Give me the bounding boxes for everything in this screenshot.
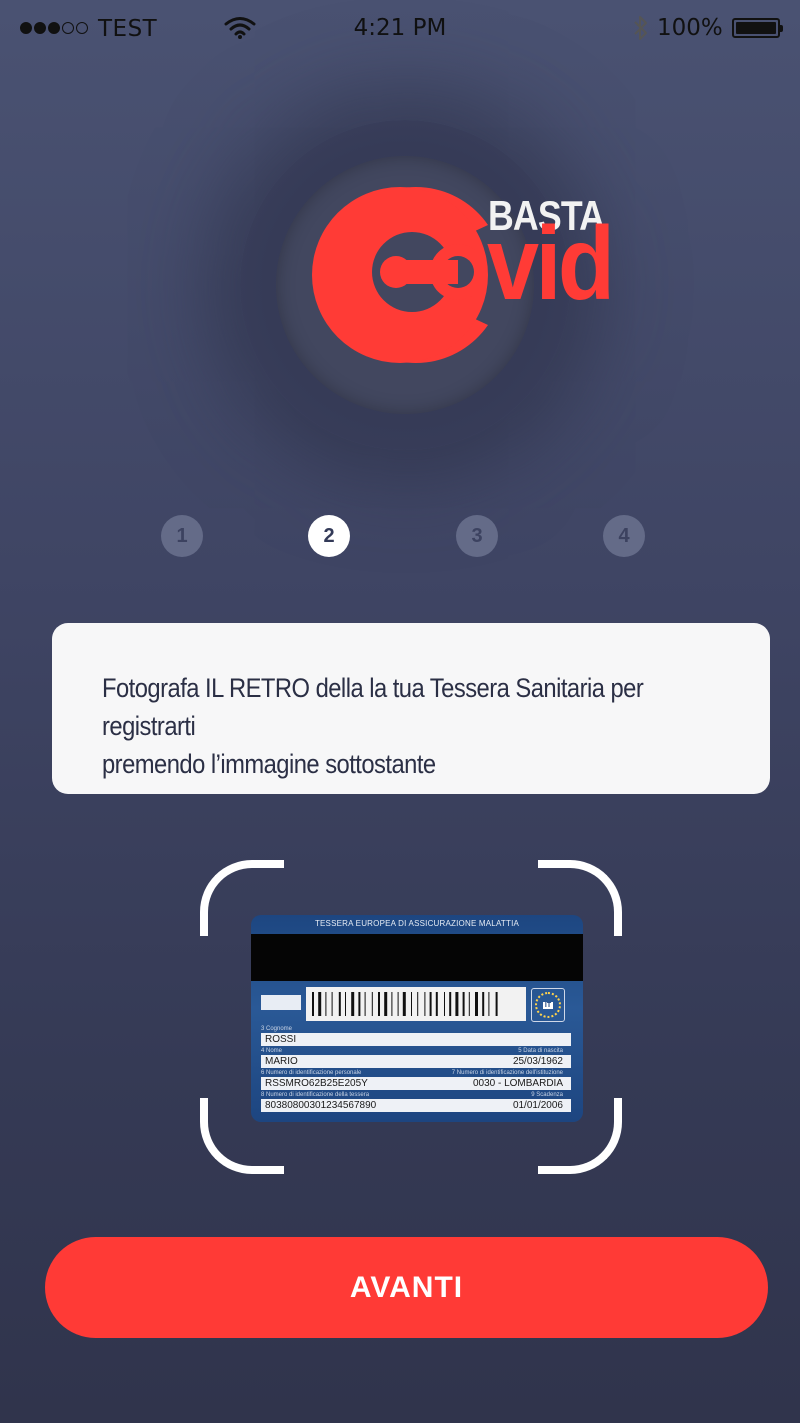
surname-value: ROSSI bbox=[265, 1034, 297, 1045]
instruction-line-2: premendo l’immagine sottostante bbox=[102, 749, 436, 779]
eu-flag-icon: IT bbox=[531, 988, 565, 1022]
health-card-title: TESSERA EUROPEA DI ASSICURAZIONE MALATTI… bbox=[314, 919, 520, 928]
step-3: 3 bbox=[456, 515, 498, 557]
step-2-active: 2 bbox=[308, 515, 350, 557]
surname-label: 3 Cognome bbox=[261, 1026, 293, 1032]
instruction-card: Fotografa IL RETRO della la tua Tessera … bbox=[52, 623, 770, 794]
bluetooth-icon bbox=[634, 16, 647, 40]
instruction-text: Fotografa IL RETRO della la tua Tessera … bbox=[102, 669, 736, 783]
card-id-label: 8 Numero di identificazione della tesser… bbox=[261, 1092, 370, 1098]
birth-label: 5 Data di nascita bbox=[518, 1048, 563, 1054]
name-label: 4 Nome bbox=[261, 1048, 283, 1054]
step-1: 1 bbox=[161, 515, 203, 557]
battery-percentage: 100% bbox=[657, 15, 723, 41]
battery-icon bbox=[732, 18, 783, 38]
status-bar: TEST 4:21 PM 100% bbox=[0, 0, 800, 56]
barcode-icon bbox=[306, 987, 526, 1021]
step-4: 4 bbox=[603, 515, 645, 557]
health-card-back-image[interactable]: TESSERA EUROPEA DI ASSICURAZIONE MALATTI… bbox=[251, 915, 583, 1122]
country-code: IT bbox=[542, 1001, 554, 1009]
birth-date-value: 25/03/1962 bbox=[512, 1056, 563, 1067]
logo-vid-text: vid bbox=[487, 206, 615, 322]
expiry-value: 01/01/2006 bbox=[512, 1100, 563, 1111]
expiry-label: 9 Scadenza bbox=[531, 1092, 563, 1098]
card-id-value: 80380800301234567890 bbox=[265, 1100, 377, 1111]
institution-value: 0030 - LOMBARDIA bbox=[472, 1078, 563, 1089]
personal-id-label: 6 Numero di identificazione personale bbox=[261, 1070, 362, 1076]
signature-panel bbox=[261, 995, 301, 1010]
avanti-button[interactable]: AVANTI bbox=[45, 1237, 768, 1338]
magnetic-stripe bbox=[251, 934, 583, 981]
instruction-line-1: Fotografa IL RETRO della la tua Tessera … bbox=[102, 673, 644, 741]
personal-id-value: RSSMRO62B25E205Y bbox=[265, 1078, 368, 1089]
institution-label: 7 Numero di identificazione dell'istituz… bbox=[451, 1070, 563, 1076]
name-value: MARIO bbox=[265, 1056, 298, 1067]
